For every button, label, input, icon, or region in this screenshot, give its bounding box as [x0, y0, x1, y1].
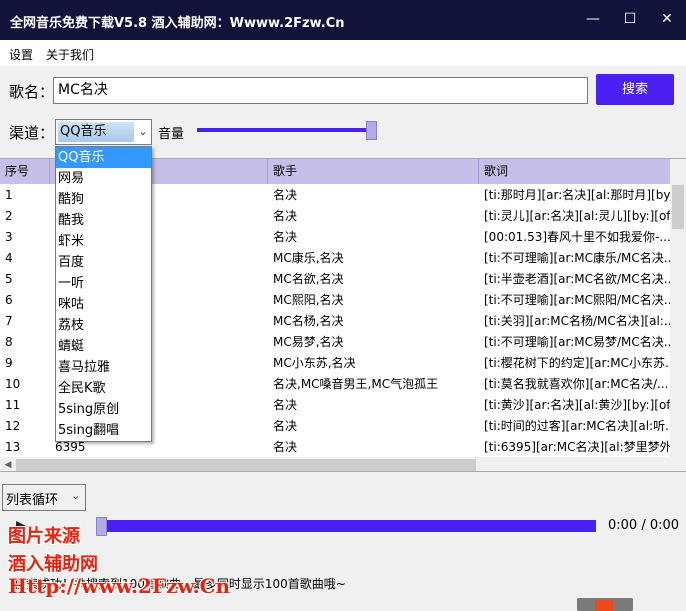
watermark-line-2: 酒入辅助网 [8, 554, 98, 575]
menu-about-us[interactable]: 关于我们 [46, 46, 94, 63]
channel-select[interactable]: QQ音乐 ⌄ [55, 119, 152, 145]
title-bar[interactable]: 全网音乐免费下载V5.8 酒入辅助网：Wwww.2Fzw.Cn — ☐ ✕ [0, 0, 686, 40]
chevron-down-icon[interactable]: ⌄ [71, 489, 80, 502]
chevron-down-icon[interactable]: ⌄ [136, 122, 150, 142]
cell-lyric: [ti:关羽][ar:MC名杨/MC名决][al:... [484, 314, 670, 328]
cell-singer: 名决 [273, 440, 298, 454]
cell-singer: MC小东苏,名决 [273, 356, 356, 370]
window-title: 全网音乐免费下载V5.8 酒入辅助网：Wwww.2Fzw.Cn [10, 16, 345, 31]
cell-index: 1 [5, 188, 13, 202]
cell-index: 6 [5, 293, 13, 307]
cell-index: 2 [5, 209, 13, 223]
close-icon[interactable]: ✕ [652, 6, 682, 32]
channel-option[interactable]: 5sing原创 [56, 399, 151, 420]
cell-lyric: [ti:黄沙][ar:名决][al:黄沙][by:][off... [484, 398, 670, 412]
channel-option[interactable]: 喜马拉雅 [56, 357, 151, 378]
cell-lyric: [ti:不可理喻][ar:MC康乐/MC名决... [484, 251, 670, 265]
channel-option[interactable]: 蜻蜓 [56, 336, 151, 357]
horizontal-scrollbar[interactable]: ◀ [0, 457, 686, 471]
channel-option[interactable]: 5sing翻唱 [56, 420, 151, 441]
cell-lyric: [ti:时间的过客][ar:MC名决][al:听... [484, 419, 670, 433]
maximize-icon[interactable]: ☐ [615, 6, 645, 32]
column-header-index[interactable]: 序号 [0, 159, 50, 184]
cell-lyric: [ti:不可理喻][ar:MC易梦/MC名决... [484, 335, 670, 349]
channel-option[interactable]: 虾米 [56, 231, 151, 252]
cell-singer: MC名欲,名决 [273, 272, 344, 286]
menu-settings[interactable]: 设置 [9, 46, 33, 63]
cell-lyric: [ti:樱花树下的约定][ar:MC小东苏... [484, 356, 670, 370]
cell-index: 5 [5, 272, 13, 286]
progress-slider-track[interactable] [96, 520, 596, 532]
cell-index: 7 [5, 314, 13, 328]
channel-label: 渠道： [9, 124, 55, 142]
search-button[interactable]: 搜索 [596, 74, 674, 105]
cell-index: 8 [5, 335, 13, 349]
play-mode-select[interactable]: 列表循环 ⌄ [2, 484, 86, 511]
cell-singer: MC熙阳,名决 [273, 293, 344, 307]
vertical-scrollbar[interactable] [670, 159, 686, 457]
cell-singer: 名决 [273, 398, 298, 412]
cell-singer: MC易梦,名决 [273, 335, 344, 349]
tray-icon [577, 598, 633, 611]
volume-label: 音量 [158, 127, 185, 142]
channel-selected-value: QQ音乐 [58, 122, 134, 142]
volume-slider-handle[interactable] [366, 121, 377, 140]
horizontal-scroll-thumb[interactable] [16, 459, 476, 471]
cell-index: 3 [5, 230, 13, 244]
column-header-lyric[interactable]: 歌词 [479, 159, 670, 184]
channel-option[interactable]: QQ音乐 [56, 147, 151, 168]
channel-option[interactable]: 酷我 [56, 210, 151, 231]
cell-singer: 名决 [273, 230, 298, 244]
cell-singer: 名决 [273, 188, 298, 202]
cell-index: 11 [5, 398, 21, 412]
cell-singer: MC康乐,名决 [273, 251, 344, 265]
channel-option[interactable]: 全民K歌 [56, 378, 151, 399]
cell-index: 10 [5, 377, 21, 391]
cell-singer: 名决,MC嗓音男王,MC气泡孤王 [273, 377, 439, 391]
cell-index: 9 [5, 356, 13, 370]
cell-singer: 名决 [273, 419, 298, 433]
watermark-line-3: Http://www.2Fzw.Cn [8, 574, 231, 598]
playback-time: 0:00 / 0:00 [608, 518, 680, 533]
song-name-input[interactable]: MC名决 [53, 77, 588, 104]
menu-bar: 设置 关于我们 [0, 40, 686, 66]
channel-option[interactable]: 一听 [56, 273, 151, 294]
cell-index: 13 [5, 440, 21, 454]
play-mode-value: 列表循环 [6, 493, 59, 508]
channel-option[interactable]: 网易 [56, 168, 151, 189]
song-name-label: 歌名： [9, 83, 55, 101]
minimize-icon[interactable]: — [578, 6, 608, 32]
cell-index: 4 [5, 251, 13, 265]
cell-lyric: [ti:不可理喻][ar:MC熙阳/MC名决... [484, 293, 670, 307]
channel-option[interactable]: 酷狗 [56, 189, 151, 210]
cell-lyric: [ti:6395][ar:MC名决][al:梦里梦外... [484, 440, 670, 454]
cell-lyric: [ti:半壶老酒][ar:MC名欲/MC名决... [484, 272, 670, 286]
channel-dropdown-list: QQ音乐 网易 酷狗 酷我 虾米 百度 一听 咪咕 荔枝 蜻蜓 喜马拉雅 全民K歌 5sing原创 5si… [55, 146, 152, 442]
cell-singer: 名决 [273, 209, 298, 223]
scroll-left-icon[interactable]: ◀ [0, 457, 16, 471]
cell-lyric: [ti:灵儿][ar:名决][al:灵儿][by:][off... [484, 209, 670, 223]
cell-lyric: [ti:那时月][ar:名决][al:那时月][by:... [484, 188, 670, 202]
watermark-line-1: 图片来源 [8, 526, 80, 547]
column-header-singer[interactable]: 歌手 [268, 159, 479, 184]
cell-index: 12 [5, 419, 21, 433]
cell-lyric: [00:01.53]春风十里不如我爱你-... [484, 230, 670, 244]
volume-slider-track[interactable] [197, 128, 367, 132]
channel-option[interactable]: 咪咕 [56, 294, 151, 315]
cell-singer: MC名杨,名决 [273, 314, 344, 328]
channel-option[interactable]: 百度 [56, 252, 151, 273]
channel-option[interactable]: 荔枝 [56, 315, 151, 336]
vertical-scroll-thumb[interactable] [672, 185, 684, 229]
progress-slider-handle[interactable] [96, 517, 107, 536]
tray-logo-icon [595, 600, 613, 611]
cell-lyric: [ti:莫名我就喜欢你][ar:MC名决/... [484, 377, 669, 391]
